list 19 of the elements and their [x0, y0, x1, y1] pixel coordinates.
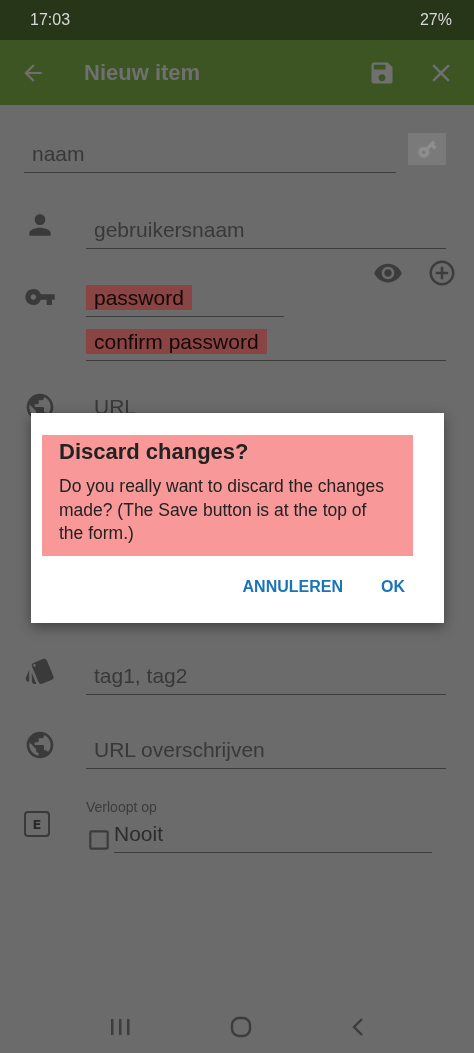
dialog-button[interactable]: ANNULEREN	[242, 573, 343, 600]
dialog-button[interactable]: OK	[381, 573, 405, 600]
never-checkbox[interactable]	[86, 827, 112, 853]
screen-title: Nieuw item	[84, 59, 202, 86]
add-button[interactable]	[427, 258, 457, 288]
password-field[interactable]: password	[86, 285, 284, 317]
confirm-password-field[interactable]: confirm password	[86, 329, 446, 361]
home-button[interactable]	[230, 1015, 252, 1038]
back-nav-button[interactable]	[350, 1016, 365, 1037]
key-generator-button[interactable]	[408, 133, 446, 165]
dialog-message: Do you really want to discard the changes made? (The Save button is at the top of the form.)	[59, 475, 385, 546]
expiry-date-field[interactable]: Nooit	[114, 821, 432, 853]
expiry-icon: E	[24, 811, 50, 837]
recent-apps-button[interactable]	[109, 1016, 132, 1037]
status-time: 17:03	[30, 11, 71, 29]
battery-level: 27%	[419, 11, 452, 29]
globe-icon	[24, 729, 56, 761]
add-icon	[427, 258, 457, 288]
dialog-title: Discard changes?	[59, 439, 250, 465]
